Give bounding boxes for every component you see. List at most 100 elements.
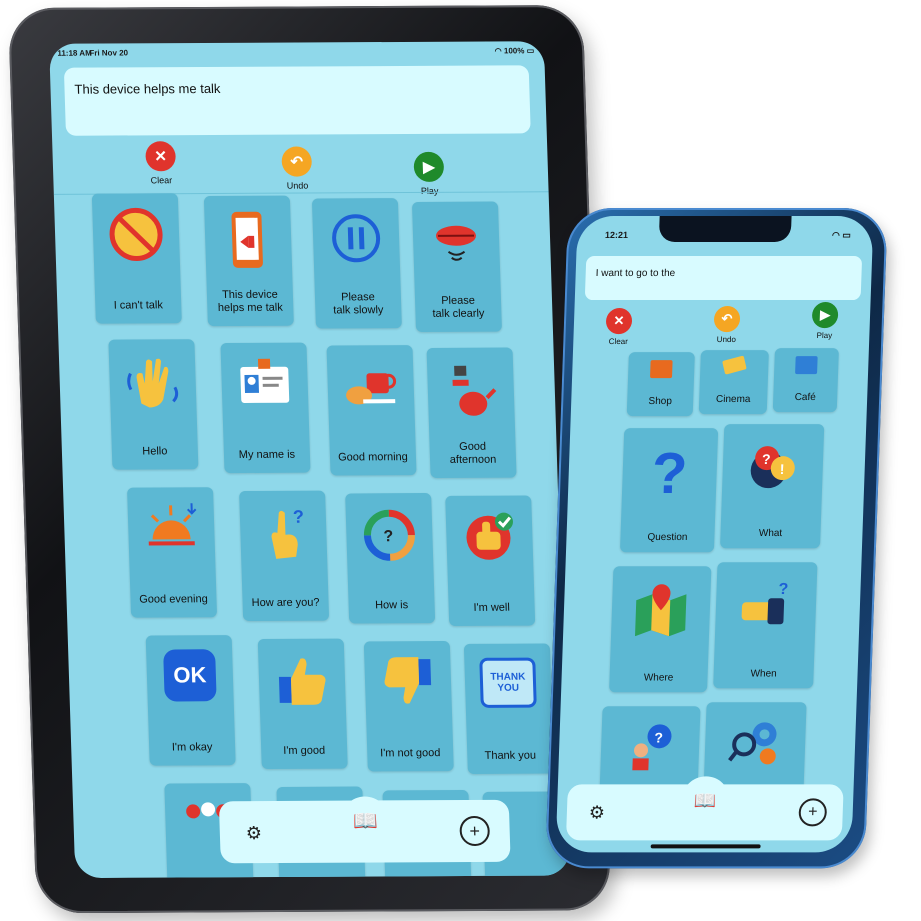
no-talking-icon bbox=[109, 207, 163, 261]
svg-text:!: ! bbox=[779, 461, 784, 477]
tile-this-device[interactable]: This device helps me talk bbox=[203, 195, 294, 327]
tile-good-afternoon[interactable]: Good afternoon bbox=[426, 347, 517, 479]
tile-please-talk-slowly[interactable]: Please talk slowly bbox=[311, 198, 402, 329]
play-button[interactable]: ▶ Play bbox=[398, 151, 459, 196]
message-text: I want to go to the bbox=[595, 268, 676, 280]
undo-icon: ↶ bbox=[281, 146, 313, 177]
clear-button[interactable]: ✕ Clear bbox=[130, 141, 191, 185]
lips-icon bbox=[436, 225, 476, 261]
tile-im-not-good[interactable]: I'm not good bbox=[363, 640, 454, 772]
tile-what[interactable]: ? ! What bbox=[720, 424, 825, 549]
svg-text:?: ? bbox=[293, 507, 305, 527]
tile-im-well[interactable]: I'm well bbox=[445, 495, 536, 626]
play-icon: ▶ bbox=[413, 151, 445, 182]
clear-label: Clear bbox=[150, 175, 173, 186]
thumbs-down-icon bbox=[384, 657, 432, 704]
tile-how-are-you[interactable]: ? How are you? bbox=[239, 490, 330, 622]
tile-label: Good morning bbox=[337, 451, 409, 464]
gear-icon[interactable]: ⚙ bbox=[241, 821, 266, 845]
message-box[interactable]: I want to go to the bbox=[584, 256, 863, 301]
tile-question[interactable]: ? Question bbox=[619, 428, 719, 553]
tile-i-cant-talk[interactable]: I can't talk bbox=[91, 193, 182, 324]
phone-speaker-icon bbox=[231, 211, 263, 268]
status-bar: 12:21 ◠ ▭ bbox=[577, 216, 873, 240]
battery-percent: 100% bbox=[503, 46, 525, 56]
tile-label: Good afternoon bbox=[449, 440, 497, 467]
waving-hand-icon bbox=[127, 358, 179, 408]
teapot-icon bbox=[452, 365, 497, 416]
add-icon[interactable]: + bbox=[798, 798, 828, 827]
undo-label: Undo bbox=[286, 180, 309, 191]
undo-label: Undo bbox=[716, 335, 737, 345]
close-icon: ✕ bbox=[145, 141, 177, 172]
tile-thank-you[interactable]: THANK YOU Thank you bbox=[463, 643, 554, 774]
close-icon: ✕ bbox=[605, 308, 633, 335]
ticket-icon bbox=[722, 355, 747, 375]
status-battery: ◠ 100% ▭ bbox=[495, 46, 535, 55]
add-icon[interactable]: + bbox=[459, 815, 491, 847]
undo-button[interactable]: ↶ Undo bbox=[701, 306, 752, 344]
tile-label: Good evening bbox=[139, 593, 208, 606]
battery-icon: ▭ bbox=[526, 46, 535, 56]
tile-label: Question bbox=[647, 531, 688, 543]
ok-icon: OK bbox=[163, 649, 217, 702]
undo-button[interactable]: ↶ Undo bbox=[266, 146, 327, 191]
thumbs-up-icon bbox=[278, 658, 326, 705]
tile-shop[interactable]: Shop bbox=[626, 352, 695, 417]
play-button[interactable]: ▶ Play bbox=[799, 302, 850, 340]
tile-label: My name is bbox=[238, 448, 296, 462]
tile-good-evening[interactable]: Good evening bbox=[127, 487, 218, 618]
status-time: 12:21 bbox=[604, 230, 629, 241]
tile-please-talk-clearly[interactable]: Please talk clearly bbox=[411, 201, 503, 333]
undo-icon: ↶ bbox=[713, 306, 741, 333]
tile-label: This device helps me talk bbox=[217, 288, 283, 315]
tile-who-partial[interactable]: ? bbox=[599, 706, 701, 797]
sunset-icon bbox=[148, 503, 197, 546]
tile-label: How is bbox=[374, 599, 409, 612]
phone-screen: 12:21 ◠ ▭ I want to go to the ✕ Clear ↶ … bbox=[555, 216, 874, 853]
speech-bubbles-icon: ? ! bbox=[750, 446, 795, 489]
tile-how-partial[interactable] bbox=[703, 702, 807, 793]
tile-when[interactable]: ? When bbox=[713, 562, 818, 689]
tile-im-okay[interactable]: OK I'm okay bbox=[145, 635, 236, 766]
tile-im-good[interactable]: I'm good bbox=[257, 638, 348, 770]
tile-label: Where bbox=[643, 671, 674, 683]
pause-icon bbox=[332, 214, 381, 263]
play-label: Play bbox=[816, 331, 833, 341]
svg-text:?: ? bbox=[654, 729, 663, 745]
tile-good-morning[interactable]: Good morning bbox=[326, 345, 417, 476]
tile-label: What bbox=[758, 527, 783, 539]
tablet-device: 11:18 AM Fri Nov 20 ◠ 100% ▭ This device… bbox=[8, 4, 612, 914]
home-indicator[interactable] bbox=[650, 844, 761, 849]
cafe-icon bbox=[795, 356, 818, 375]
status-time: 11:18 AM bbox=[57, 48, 92, 58]
tile-label: Hello bbox=[142, 445, 168, 458]
tile-label: Please talk clearly bbox=[432, 294, 485, 321]
tile-label: I'm good bbox=[283, 744, 326, 758]
status-icons: ◠ ▭ bbox=[831, 230, 852, 241]
clear-button[interactable]: ✕ Clear bbox=[593, 308, 644, 346]
tile-label: Cinema bbox=[715, 393, 751, 405]
tile-label: Café bbox=[794, 391, 817, 403]
library-button[interactable]: 📖 bbox=[340, 796, 391, 845]
message-text: This device helps me talk bbox=[74, 80, 221, 97]
gear-icon[interactable]: ⚙ bbox=[584, 800, 609, 824]
tile-my-name-is[interactable]: My name is bbox=[220, 342, 311, 474]
tile-cinema[interactable]: Cinema bbox=[698, 350, 769, 415]
book-icon: 📖 bbox=[352, 809, 379, 833]
play-icon: ▶ bbox=[811, 302, 839, 329]
message-box[interactable]: This device helps me talk bbox=[63, 65, 531, 136]
shop-icon bbox=[650, 360, 673, 379]
coffee-croissant-icon bbox=[346, 373, 397, 405]
svg-text:?: ? bbox=[762, 451, 771, 467]
svg-text:?: ? bbox=[778, 581, 788, 598]
tile-cafe[interactable]: Café bbox=[772, 348, 839, 413]
tile-where[interactable]: Where bbox=[609, 566, 712, 693]
tile-hello[interactable]: Hello bbox=[108, 339, 199, 470]
tile-how-is[interactable]: ? How is bbox=[345, 493, 436, 624]
id-card-icon bbox=[240, 358, 290, 403]
cycle-question-icon: ? bbox=[363, 509, 415, 561]
tile-label: Please talk slowly bbox=[333, 290, 384, 317]
status-bar: 11:18 AM Fri Nov 20 ◠ 100% ▭ bbox=[49, 41, 544, 60]
watch-question-icon: ? bbox=[741, 581, 789, 625]
